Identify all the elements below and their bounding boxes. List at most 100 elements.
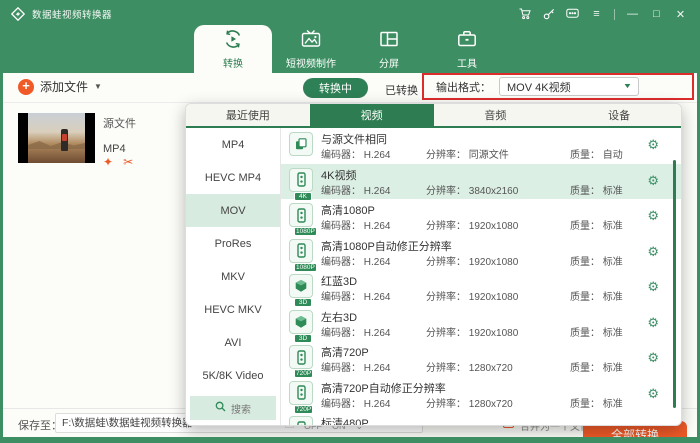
source-file-label: 源文件 [103, 115, 136, 131]
video-thumbnail[interactable] [18, 113, 95, 163]
format-detail: 编码器： H.264分辨率： 1280x720质量： 标准 [321, 395, 623, 410]
short-video-icon [301, 29, 321, 52]
gear-icon[interactable]: ⚙ [647, 209, 659, 222]
format-category-tab[interactable]: 音频 [434, 104, 558, 126]
menu-icon[interactable]: ≡ [590, 8, 603, 21]
format-row[interactable]: 3D左右3D编码器： H.264分辨率： 1920x1080质量： 标准⚙ [281, 306, 681, 342]
toolbox-icon [457, 29, 477, 52]
encoder-value: 编码器： H.264 [321, 324, 426, 339]
sidebar-item-hevc-mp4[interactable]: HEVC MP4 [186, 161, 280, 194]
encoder-value: 编码器： H.264 [321, 253, 426, 268]
quality-value: 质量： 标准 [570, 359, 623, 374]
search-button[interactable]: 搜索 [190, 396, 276, 420]
format-row[interactable]: 3D红蓝3D编码器： H.264分辨率： 1920x1080质量： 标准⚙ [281, 270, 681, 306]
format-title: 左右3D [321, 309, 357, 325]
gear-icon[interactable]: ⚙ [647, 280, 659, 293]
format-category-tab[interactable]: 设备 [557, 104, 681, 126]
sidebar-item-hevc-mkv[interactable]: HEVC MKV [186, 293, 280, 326]
film-format-icon: 1080P [289, 239, 313, 263]
sidebar-item-mov[interactable]: MOV [186, 194, 280, 227]
format-category-tab[interactable]: 视频 [310, 104, 434, 126]
copy-format-icon [289, 132, 313, 156]
film-format-icon: 720P [289, 381, 313, 405]
add-file-button[interactable]: + 添加文件 ▼ [18, 78, 102, 95]
tab-split-screen[interactable]: 分屏 [350, 25, 428, 73]
format-picker-popup: 最近使用视频音频设备 MP4HEVC MP4MOVProResMKVHEVC M… [185, 103, 682, 426]
film-format-icon: 4K [289, 168, 313, 192]
tab-converted[interactable]: 已转换 [385, 82, 418, 98]
cart-icon[interactable] [518, 8, 531, 21]
format-detail: 编码器： H.264分辨率： 1280x720质量： 标准 [321, 359, 623, 374]
format-detail: 编码器： H.264分辨率： 3840x2160质量： 标准 [321, 182, 623, 197]
format-row[interactable]: 720P高清720P编码器： H.264分辨率： 1280x720质量： 标准⚙ [281, 341, 681, 377]
encoder-value: 编码器： H.264 [321, 359, 426, 374]
convert-icon [223, 29, 243, 52]
resolution-value: 分辨率： 1280x720 [426, 395, 570, 410]
close-icon[interactable]: ✕ [674, 8, 687, 21]
tab-label: 工具 [457, 55, 477, 70]
minimize-icon[interactable]: — [626, 8, 639, 21]
format-title: 标清480P [321, 415, 369, 425]
resolution-value: 分辨率： 1280x720 [426, 359, 570, 374]
controls-divider [614, 9, 615, 20]
resolution-value: 分辨率： 3840x2160 [426, 182, 570, 197]
sidebar-item-avi[interactable]: AVI [186, 326, 280, 359]
cut-icon[interactable]: ✂ [123, 155, 133, 169]
key-icon[interactable] [542, 8, 555, 21]
format-title: 与源文件相同 [321, 131, 387, 147]
tab-toolbox[interactable]: 工具 [428, 25, 506, 73]
resolution-value: 分辨率： 1920x1080 [426, 253, 570, 268]
gear-icon[interactable]: ⚙ [647, 138, 659, 151]
sidebar-item-5k-8k-video[interactable]: 5K/8K Video [186, 359, 280, 392]
encoder-value: 编码器： H.264 [321, 395, 426, 410]
output-format-value: MOV 4K视频 [507, 79, 571, 95]
tab-short-video[interactable]: 短视频制作 [272, 25, 350, 73]
output-format-label: 输出格式： [436, 79, 491, 95]
gear-icon[interactable]: ⚙ [647, 387, 659, 400]
app-title: 数据蛙视频转换器 [32, 7, 112, 21]
plus-icon: + [18, 79, 34, 95]
encoder-value: 编码器： H.264 [321, 217, 426, 232]
gear-icon[interactable]: ⚙ [647, 351, 659, 364]
chevron-down-icon: ▼ [94, 82, 102, 91]
maximize-icon[interactable]: □ [650, 8, 663, 21]
format-row[interactable]: 与源文件相同编码器： H.264分辨率： 同源文件质量： 自动 ⚙ [281, 128, 681, 164]
tab-convert[interactable]: 转换 [194, 25, 272, 73]
window-controls: ≡ — □ ✕ [518, 8, 687, 21]
quality-value: 质量： 标准 [570, 288, 623, 303]
tab-label: 转换 [223, 55, 243, 70]
film-format-icon: 480P [289, 416, 313, 425]
format-row[interactable]: 1080P高清1080P编码器： H.264分辨率： 1920x1080质量： … [281, 199, 681, 235]
scrollbar[interactable] [673, 160, 676, 408]
gear-icon[interactable]: ⚙ [647, 174, 659, 187]
output-format-annotation: 输出格式： MOV 4K视频 ▼ [422, 73, 694, 100]
effect-star-icon[interactable]: ✦ [103, 155, 113, 169]
format-detail: 编码器： H.264分辨率： 同源文件质量： 自动 [321, 146, 623, 161]
sidebar-item-mkv[interactable]: MKV [186, 260, 280, 293]
format-row[interactable]: 1080P高清1080P自动修正分辨率编码器： H.264分辨率： 1920x1… [281, 235, 681, 271]
cube-format-icon: 3D [289, 310, 313, 334]
gear-icon[interactable]: ⚙ [647, 316, 659, 329]
format-title: 高清720P [321, 344, 369, 360]
search-label: 搜索 [231, 401, 251, 416]
quality-value: 质量： 标准 [570, 182, 623, 197]
feedback-icon[interactable] [566, 8, 579, 21]
format-category-tab[interactable]: 最近使用 [186, 104, 310, 126]
gear-icon[interactable]: ⚙ [647, 245, 659, 258]
sidebar-item-prores[interactable]: ProRes [186, 227, 280, 260]
tab-label: 短视频制作 [286, 55, 336, 70]
add-file-label: 添加文件 [40, 78, 88, 95]
format-detail: 编码器： H.264分辨率： 1920x1080质量： 标准 [321, 253, 623, 268]
format-row[interactable]: 720P 高清720P自动修正分辨率编码器： H.264分辨率： 1280x720… [281, 377, 681, 413]
format-row[interactable]: 480P 标清480P [281, 412, 681, 425]
format-category-tabs: 最近使用视频音频设备 [186, 104, 681, 128]
format-row[interactable]: 4K4K视频编码器： H.264分辨率： 3840x2160质量： 标准⚙ [281, 164, 681, 200]
output-format-select[interactable]: MOV 4K视频 ▼ [499, 77, 639, 96]
film-format-icon: 1080P [289, 203, 313, 227]
encoder-value: 编码器： H.264 [321, 288, 426, 303]
file-format-label: MP4 [103, 143, 136, 155]
sidebar-item-mp4[interactable]: MP4 [186, 128, 280, 161]
app-logo-icon [11, 7, 25, 21]
format-title: 高清720P自动修正分辨率 [321, 380, 446, 396]
tab-converting[interactable]: 转换中 [303, 78, 368, 98]
